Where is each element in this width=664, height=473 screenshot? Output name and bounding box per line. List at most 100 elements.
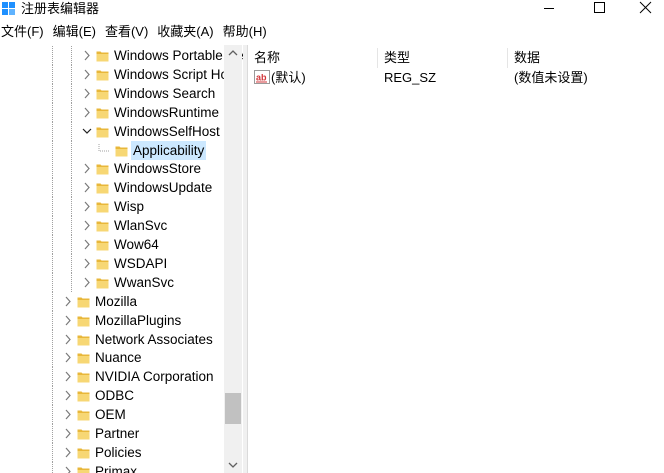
tree-item[interactable]: Primax (0, 461, 222, 473)
tree-item[interactable]: WlanSvc (0, 216, 222, 236)
folder-icon (77, 297, 90, 308)
chevron-right-icon[interactable] (81, 219, 93, 232)
folder-icon (77, 467, 90, 473)
tree-item[interactable]: WindowsStore (0, 159, 222, 179)
tree-item[interactable]: WwanSvc (0, 272, 222, 292)
tree-item[interactable]: MozillaPlugins (0, 310, 222, 330)
tree-item-label: ODBC (95, 388, 135, 404)
tree-item-label: Primax (95, 463, 138, 473)
tree-item[interactable]: Policies (0, 442, 222, 462)
tree-item[interactable]: Partner (0, 424, 222, 443)
column-header-data[interactable]: 数据 (508, 48, 664, 68)
tree-item[interactable]: WindowsSelfHost (0, 121, 222, 141)
chevron-right-icon[interactable] (62, 351, 74, 364)
tree-guide-line (71, 253, 72, 273)
tree-item-label: Policies (95, 444, 142, 460)
scroll-up-arrow-icon[interactable] (224, 45, 242, 62)
tree-guide-line (71, 159, 72, 179)
maximize-button[interactable] (576, 0, 622, 16)
tree-guide-line (52, 46, 53, 65)
column-header-type[interactable]: 类型 (378, 48, 508, 68)
tree-item[interactable]: Windows Search (0, 83, 222, 103)
tree-item[interactable]: WindowsUpdate (0, 178, 222, 198)
tree-item-label: Wow64 (114, 237, 159, 252)
chevron-right-icon[interactable] (81, 276, 93, 289)
values-list[interactable]: 名称 类型 数据 ab (默认) REG_SZ (数值未设置) (248, 45, 664, 473)
title-bar: 注册表编辑器 (0, 0, 664, 20)
chevron-right-icon[interactable] (62, 314, 74, 327)
tree-item[interactable]: Nuance (0, 348, 222, 368)
tree-guide-line (71, 216, 72, 236)
tree-item-label: WlanSvc (114, 218, 168, 234)
tree-guide-line (71, 235, 72, 254)
folder-icon (77, 391, 90, 402)
menu-view[interactable]: 查看(V) (104, 21, 149, 43)
chevron-down-icon[interactable] (81, 125, 93, 138)
tree-guide-line (52, 291, 53, 311)
values-header: 名称 类型 数据 (248, 48, 664, 68)
close-button[interactable] (622, 0, 664, 16)
chevron-right-icon[interactable] (62, 370, 74, 383)
tree-item-label: Partner (95, 426, 140, 441)
tree-guide-line (52, 386, 53, 406)
menu-file[interactable]: 文件(F) (0, 21, 45, 43)
tree-item[interactable]: Wow64 (0, 235, 222, 254)
tree-item[interactable]: Windows Script Host (0, 64, 239, 84)
chevron-right-icon[interactable] (81, 49, 93, 62)
registry-editor-icon (2, 2, 15, 15)
tree-item[interactable]: Network Associates (0, 329, 222, 349)
tree-item-label: Nuance (95, 350, 142, 366)
chevron-right-icon[interactable] (81, 106, 93, 119)
tree-item[interactable]: Windows Portable Devices (0, 46, 243, 65)
chevron-right-icon[interactable] (81, 200, 93, 213)
chevron-right-icon[interactable] (62, 295, 74, 308)
chevron-right-icon[interactable] (62, 446, 74, 459)
folder-icon (77, 316, 90, 327)
chevron-right-icon[interactable] (62, 427, 74, 440)
tree-item-label: WSDAPI (114, 255, 168, 271)
folder-icon (96, 108, 109, 119)
tree-connector (98, 143, 109, 151)
registry-key-tree[interactable]: Windows Portable DevicesWindows Script H… (0, 45, 243, 473)
tree-item[interactable]: ODBC (0, 386, 222, 406)
menu-help[interactable]: 帮助(H) (222, 21, 268, 43)
column-header-name[interactable]: 名称 (248, 48, 378, 68)
tree-guide-line (52, 405, 53, 425)
tree-guide-line (71, 83, 72, 103)
chevron-right-icon[interactable] (81, 238, 93, 251)
chevron-right-icon[interactable] (62, 465, 74, 473)
tree-item-label: WwanSvc (114, 274, 175, 290)
chevron-right-icon[interactable] (81, 162, 93, 175)
tree-item-label: Wisp (114, 199, 144, 215)
tree-guide-line (71, 64, 72, 84)
tree-guide-line (52, 216, 53, 236)
chevron-right-icon[interactable] (62, 408, 74, 421)
scroll-down-arrow-icon[interactable] (224, 456, 242, 473)
folder-icon (96, 51, 109, 62)
chevron-right-icon[interactable] (81, 257, 93, 270)
menu-favorites[interactable]: 收藏夹(A) (156, 21, 214, 43)
scroll-thumb[interactable] (225, 392, 241, 425)
tree-item-label: WindowsStore (114, 161, 202, 177)
tree-item[interactable]: Mozilla (0, 291, 222, 311)
tree-item[interactable]: Wisp (0, 197, 222, 217)
tree-item[interactable]: WindowsRuntime (0, 102, 222, 122)
tree-guide-line (52, 197, 53, 217)
tree-item[interactable]: Applicability (0, 140, 222, 160)
chevron-right-icon[interactable] (81, 68, 93, 81)
tree-item[interactable]: WSDAPI (0, 253, 222, 273)
value-type: REG_SZ (384, 70, 437, 85)
chevron-right-icon[interactable] (62, 333, 74, 346)
value-row[interactable]: ab (默认) REG_SZ (数值未设置) (248, 68, 664, 87)
tree-item-label: WindowsSelfHost (114, 123, 220, 139)
folder-icon (77, 410, 90, 421)
chevron-right-icon[interactable] (62, 389, 74, 402)
chevron-right-icon[interactable] (81, 87, 93, 100)
tree-item[interactable]: NVIDIA Corporation (0, 367, 222, 387)
tree-item[interactable]: OEM (0, 405, 222, 425)
chevron-right-icon[interactable] (81, 181, 93, 194)
tree-vertical-scrollbar[interactable] (224, 45, 242, 473)
minimize-button[interactable] (526, 0, 572, 16)
menu-edit[interactable]: 编辑(E) (52, 21, 97, 43)
value-name: (默认) (271, 70, 306, 85)
